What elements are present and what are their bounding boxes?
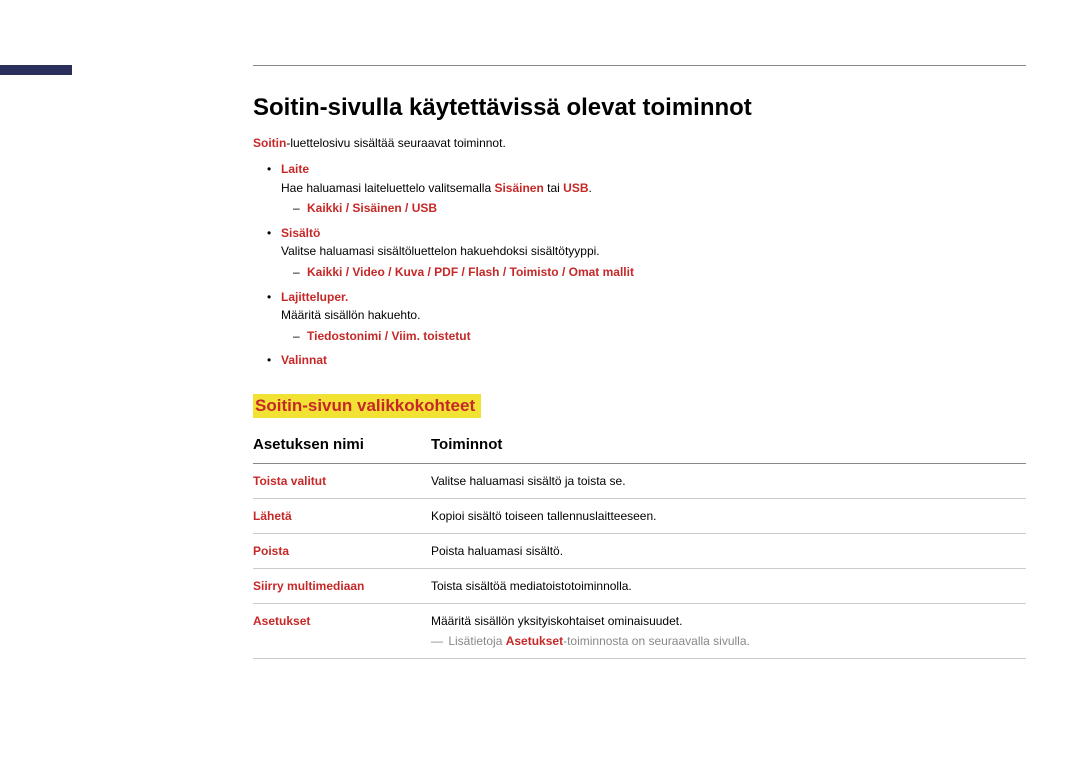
intro-text: Soitin-luettelosivu sisältää seuraavat t… [253,136,1026,150]
menu-items-heading: Soitin-sivun valikkokohteet [253,394,481,418]
item-label: Sisältö [281,226,320,240]
item-label: Valinnat [281,353,327,367]
table-row: Lähetä Kopioi sisältö toiseen tallennusl… [253,498,1026,533]
list-item: Laite Hae haluamasi laiteluettelo valits… [267,160,1026,218]
row-name: Toista valitut [253,474,326,488]
item-desc: Hae haluamasi laiteluettelo valitsemalla… [281,179,1026,198]
side-accent-bar [0,65,72,75]
item-label: Laite [281,162,309,176]
table-row: Toista valitut Valitse haluamasi sisältö… [253,463,1026,498]
table-row: Siirry multimediaan Toista sisältöä medi… [253,568,1026,603]
row-func: Valitse haluamasi sisältö ja toista se. [431,463,1026,498]
row-name: Poista [253,544,289,558]
list-item: Sisältö Valitse haluamasi sisältöluettel… [267,224,1026,282]
top-rule [253,65,1026,66]
menu-table: Asetuksen nimi Toiminnot Toista valitut … [253,428,1026,659]
intro-keyword: Soitin [253,136,286,150]
feature-list: Laite Hae haluamasi laiteluettelo valits… [267,160,1026,370]
row-func: Toista sisältöä mediatoistotoiminnolla. [431,568,1026,603]
row-note: ― Lisätietoja Asetukset-toiminnosta on s… [431,634,1026,648]
item-desc: Määritä sisällön hakuehto. [281,306,1026,325]
page-title: Soitin-sivulla käytettävissä olevat toim… [253,94,1026,122]
row-func: Poista haluamasi sisältö. [431,533,1026,568]
table-row: Asetukset Määritä sisällön yksityiskohta… [253,603,1026,658]
col-head-func: Toiminnot [431,428,1026,464]
intro-rest: -luettelosivu sisältää seuraavat toiminn… [286,136,505,150]
item-sub: Kaikki / Sisäinen / USB [307,201,437,215]
list-item: Lajitteluper. Määritä sisällön hakuehto.… [267,288,1026,346]
row-func: Kopioi sisältö toiseen tallennuslaittees… [431,498,1026,533]
row-name: Siirry multimediaan [253,579,364,593]
item-desc: Valitse haluamasi sisältöluettelon hakue… [281,242,1026,261]
list-item: Valinnat [267,351,1026,370]
item-sub: Kaikki / Video / Kuva / PDF / Flash / To… [307,265,634,279]
table-row: Poista Poista haluamasi sisältö. [253,533,1026,568]
row-name: Lähetä [253,509,292,523]
page-content: Soitin-sivulla käytettävissä olevat toim… [253,65,1026,659]
row-name: Asetukset [253,614,310,628]
item-label: Lajitteluper. [281,290,348,304]
col-head-name: Asetuksen nimi [253,428,431,464]
row-func: Määritä sisällön yksityiskohtaiset omina… [431,603,1026,658]
item-sub: Tiedostonimi / Viim. toistetut [307,329,471,343]
